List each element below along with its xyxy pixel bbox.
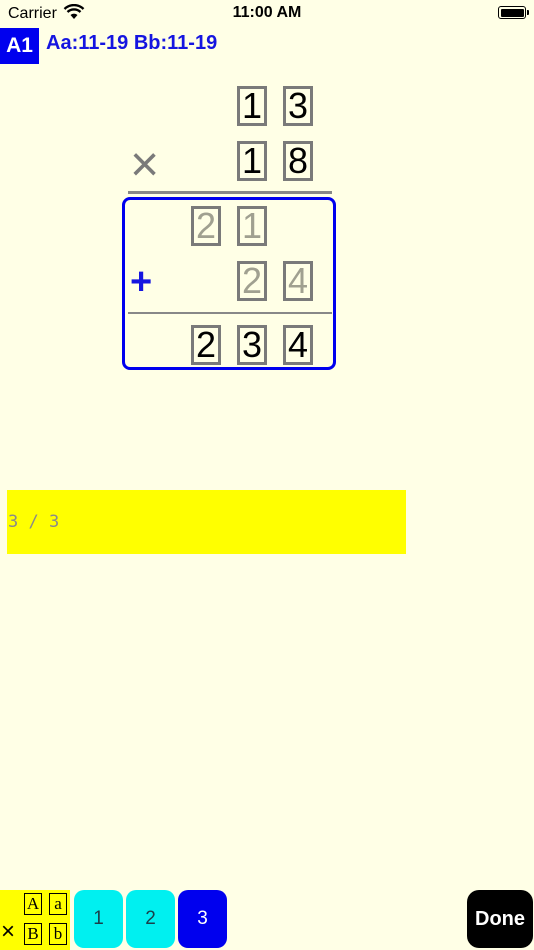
level-badge[interactable]: A1	[0, 28, 39, 64]
page-button-1[interactable]: 1	[74, 890, 123, 948]
multiplication-divider	[128, 191, 332, 194]
multiplicand-digit-ones: 3	[283, 86, 313, 126]
mode-switch-button[interactable]: A a B b ×	[0, 890, 70, 950]
partial2-digit-ones: 4	[283, 261, 313, 301]
clock: 11:00 AM	[232, 4, 302, 21]
multiplier-digit-tens: 1	[237, 141, 267, 181]
mode-box-A: A	[24, 893, 42, 915]
page-button-2[interactable]: 2	[126, 890, 175, 948]
mode-times-icon: ×	[1, 918, 16, 945]
times-operator: ×	[130, 136, 160, 192]
answer-digit-tens[interactable]: 3	[237, 325, 267, 365]
partial2-digit-tens: 2	[237, 261, 267, 301]
partial1-digit-tens: 1	[237, 206, 267, 246]
multiplicand-digit-tens: 1	[237, 86, 267, 126]
answer-digit-ones[interactable]: 4	[283, 325, 313, 365]
page-button-3[interactable]: 3	[178, 890, 227, 948]
battery-icon	[498, 6, 529, 19]
answer-digit-hundreds[interactable]: 2	[191, 325, 221, 365]
multiplier-digit-ones: 8	[283, 141, 313, 181]
mode-box-a: a	[49, 893, 67, 915]
plus-operator: +	[130, 261, 153, 303]
partial1-digit-hundreds: 2	[191, 206, 221, 246]
sum-divider	[128, 312, 332, 314]
mode-box-B: B	[24, 923, 42, 945]
done-button[interactable]: Done	[467, 890, 533, 948]
progress-label: 3 / 3	[8, 512, 60, 532]
range-label: Aa:11-19 Bb:11-19	[46, 32, 218, 54]
mode-box-b: b	[49, 923, 67, 945]
progress-bar	[7, 490, 406, 554]
